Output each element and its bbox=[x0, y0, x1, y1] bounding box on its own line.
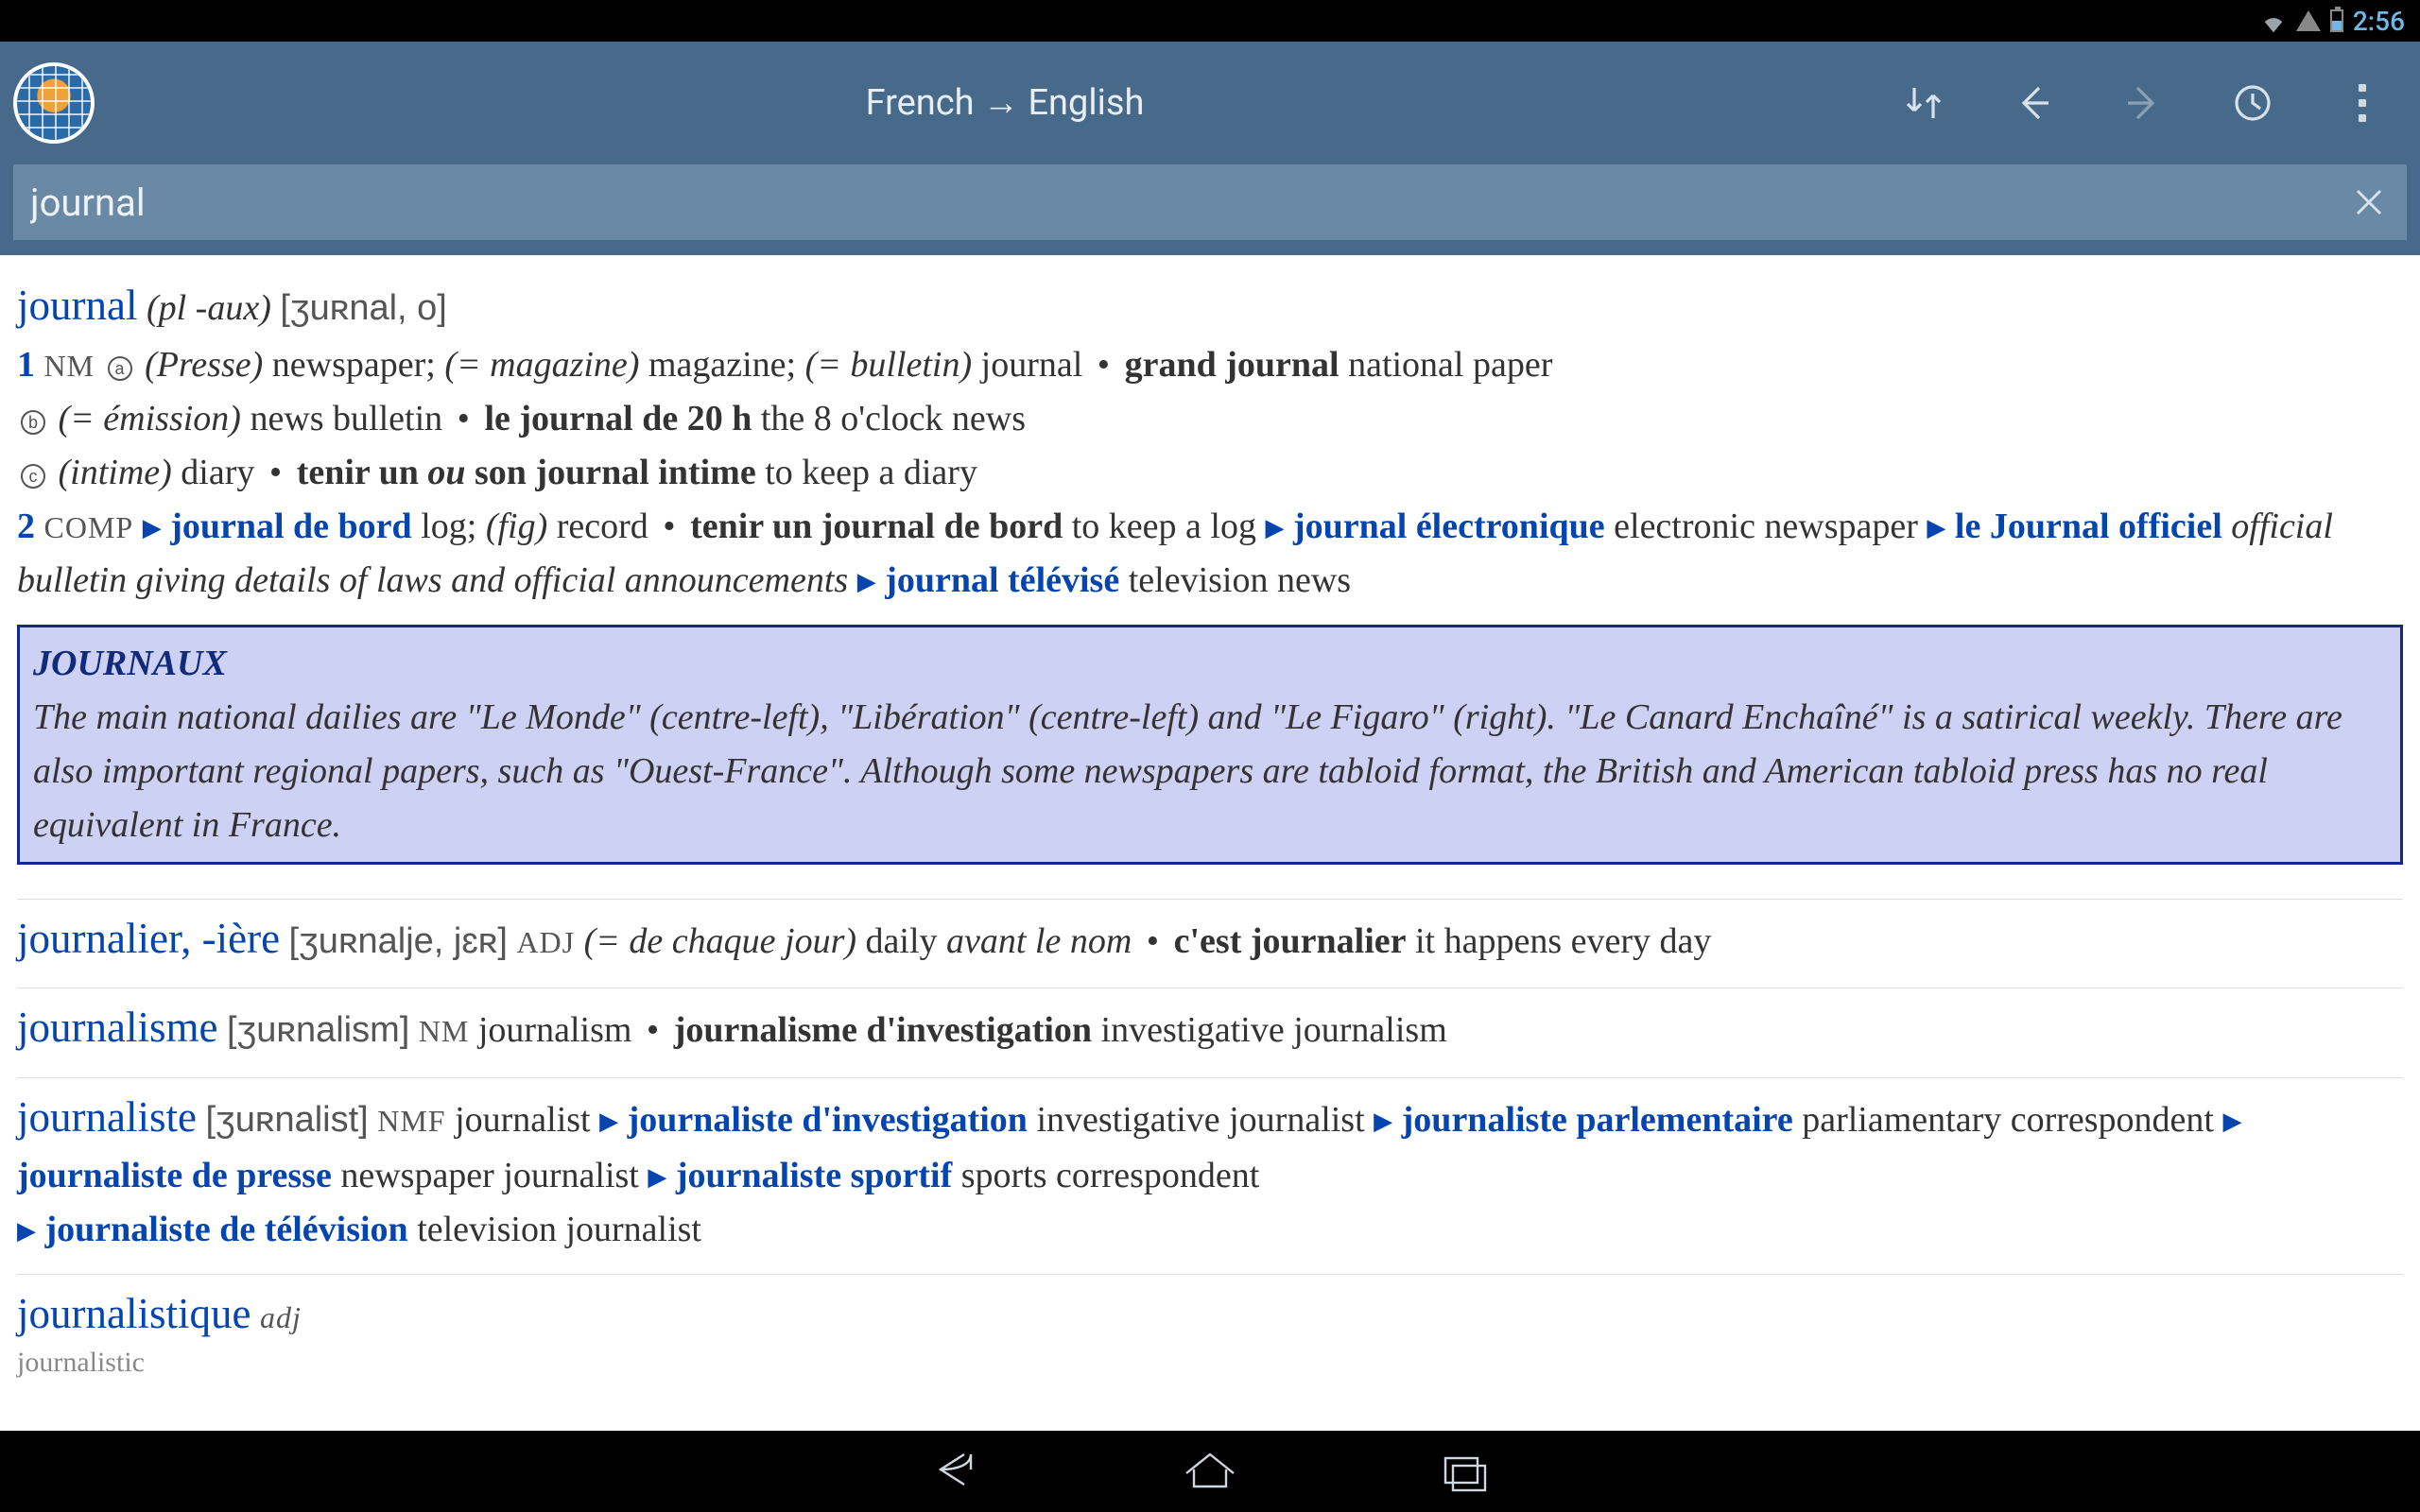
triangle-icon: ▶ bbox=[599, 1108, 618, 1135]
headword[interactable]: journalistique bbox=[17, 1290, 251, 1337]
status-clock: 2:56 bbox=[2353, 6, 2405, 37]
search-input[interactable] bbox=[30, 180, 2348, 225]
triangle-icon: ▶ bbox=[2222, 1108, 2241, 1135]
sense-marker-icon: a bbox=[108, 356, 132, 381]
culture-note-box: JOURNAUX The main national dailies are "… bbox=[17, 625, 2403, 865]
sense-marker-icon: b bbox=[21, 410, 45, 435]
entry-journal: journal (pl -aux) [ʒuʀnal, o] 1 NM a (Pr… bbox=[17, 266, 2403, 900]
overflow-menu-icon[interactable] bbox=[2335, 76, 2390, 130]
app-header: French → English bbox=[0, 42, 2420, 164]
entry-journalisme: journalisme [ʒuʀnalism] NM journalism • … bbox=[17, 988, 2403, 1078]
triangle-icon: ▶ bbox=[857, 568, 876, 595]
clear-search-icon[interactable] bbox=[2348, 181, 2390, 223]
entry-journaliste: journaliste [ʒuʀnalist] NMF journalist ▶… bbox=[17, 1078, 2403, 1276]
entry-journalistique: journalistique adj journalistic bbox=[17, 1275, 2403, 1383]
android-nav-bar bbox=[0, 1431, 2420, 1512]
language-pair-title[interactable]: French → English bbox=[866, 82, 1145, 124]
triangle-icon: ▶ bbox=[1927, 514, 1945, 541]
triangle-icon: ▶ bbox=[648, 1163, 666, 1191]
headword[interactable]: journalisme bbox=[17, 1004, 217, 1051]
headword[interactable]: journalier bbox=[17, 915, 181, 962]
headword[interactable]: journal bbox=[17, 282, 137, 329]
wifi-icon bbox=[2260, 10, 2287, 31]
swap-languages-icon[interactable] bbox=[1896, 76, 1951, 130]
sense-1c: c (intime) diary • tenir un ou son journ… bbox=[17, 446, 2403, 500]
nav-recent-icon[interactable] bbox=[1432, 1445, 1498, 1499]
sense-marker-icon: c bbox=[21, 464, 45, 489]
search-bar bbox=[0, 164, 2420, 255]
android-status-bar: 2:56 bbox=[0, 0, 2420, 42]
definition-content[interactable]: journal (pl -aux) [ʒuʀnal, o] 1 NM a (Pr… bbox=[0, 255, 2420, 1431]
triangle-icon: ▶ bbox=[143, 514, 162, 541]
signal-icon bbox=[2296, 10, 2321, 31]
forward-icon[interactable] bbox=[2116, 76, 2170, 130]
triangle-icon: ▶ bbox=[1265, 514, 1284, 541]
entry-journalier: journalier, -ière [ʒuʀnalje, jɛʀ] ADJ (=… bbox=[17, 900, 2403, 989]
triangle-icon: ▶ bbox=[17, 1217, 36, 1245]
app-logo-icon[interactable] bbox=[13, 62, 95, 144]
history-icon[interactable] bbox=[2225, 76, 2280, 130]
culture-note-body: The main national dailies are "Le Monde"… bbox=[33, 691, 2387, 852]
nav-back-icon[interactable] bbox=[922, 1445, 988, 1499]
back-icon[interactable] bbox=[2006, 76, 2061, 130]
headword[interactable]: journaliste bbox=[17, 1093, 197, 1141]
battery-icon bbox=[2330, 9, 2343, 32]
triangle-icon: ▶ bbox=[1374, 1108, 1392, 1135]
sense-1: 1 NM a (Presse) newspaper; (= magazine) … bbox=[17, 338, 2403, 392]
nav-home-icon[interactable] bbox=[1177, 1445, 1243, 1499]
sense-1b: b (= émission) news bulletin • le journa… bbox=[17, 392, 2403, 446]
culture-note-title: JOURNAUX bbox=[33, 637, 2387, 691]
sense-2: 2 COMP ▶ journal de bord log; (fig) reco… bbox=[17, 500, 2403, 608]
